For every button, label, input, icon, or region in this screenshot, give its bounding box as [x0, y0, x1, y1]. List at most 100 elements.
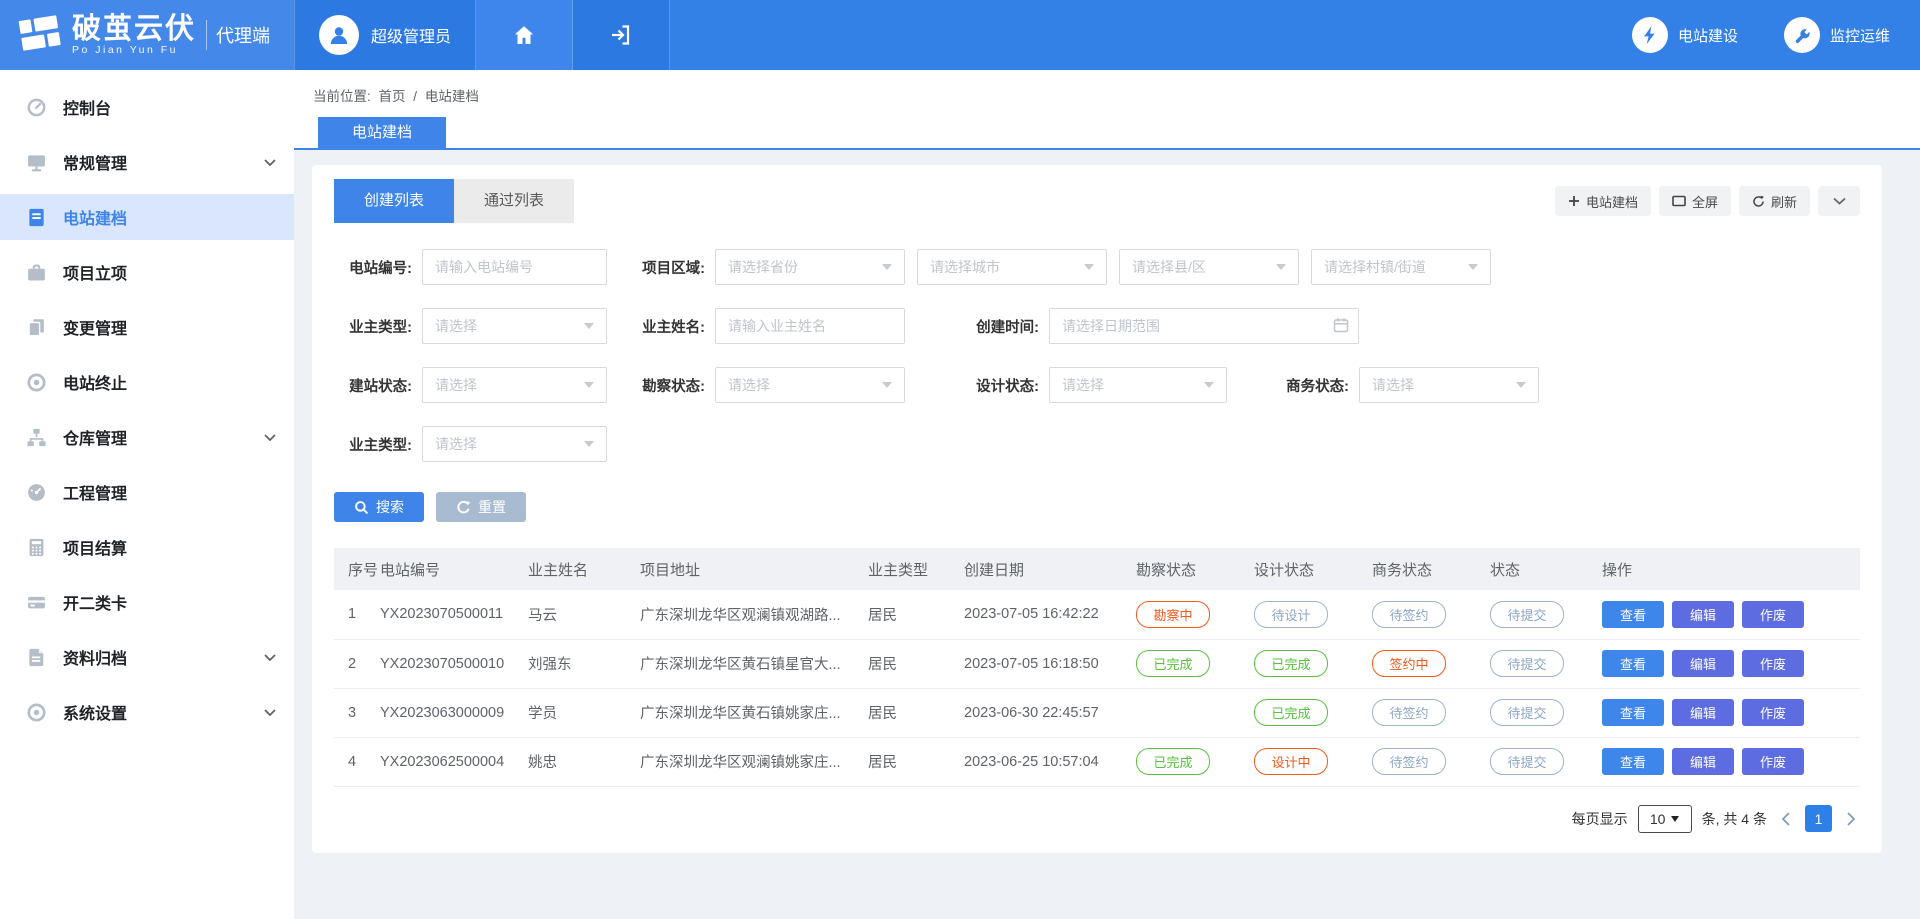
- edit-button[interactable]: 编辑: [1672, 601, 1734, 628]
- breadcrumb-home-link[interactable]: 首页: [379, 89, 406, 104]
- build-status-select[interactable]: 请选择: [422, 367, 607, 403]
- breadcrumb: 当前位置: 首页 / 电站建档: [294, 70, 1920, 117]
- col-owner-type: 业主类型: [868, 548, 964, 590]
- gauge-icon: [26, 482, 47, 503]
- home-button[interactable]: [476, 0, 573, 70]
- status-badge: 已完成: [1254, 699, 1328, 726]
- business-status-select[interactable]: 请选择: [1359, 367, 1539, 403]
- status-badge: 已完成: [1136, 748, 1210, 775]
- fullscreen-button[interactable]: 全屏: [1659, 186, 1731, 216]
- tab-passed-list[interactable]: 通过列表: [454, 179, 574, 223]
- col-design-status: 设计状态: [1254, 548, 1372, 590]
- divider: [206, 20, 207, 50]
- footer-spacer: [312, 853, 1882, 915]
- sidebar-item-engineering-management[interactable]: 工程管理: [0, 469, 294, 515]
- sidebar-item-system-settings[interactable]: 系统设置: [0, 689, 294, 735]
- region-label: 项目区域:: [627, 257, 705, 278]
- page-tab-station-filing[interactable]: 电站建档: [318, 117, 446, 148]
- nav-station-construction[interactable]: 电站建设: [1632, 17, 1738, 53]
- owner-name-input[interactable]: [715, 308, 905, 344]
- lightning-icon: [1640, 25, 1660, 45]
- void-button[interactable]: 作废: [1742, 699, 1804, 726]
- sidebar-item-archive[interactable]: 资料归档: [0, 634, 294, 680]
- current-page-button[interactable]: 1: [1805, 805, 1832, 832]
- province-select[interactable]: 请选择省份: [715, 249, 905, 285]
- survey-status-select[interactable]: 请选择: [715, 367, 905, 403]
- status-badge: 待提交: [1490, 650, 1564, 677]
- edit-button[interactable]: 编辑: [1672, 748, 1734, 775]
- sidebar-item-label: 电站终止: [63, 370, 127, 394]
- owner-type2-select[interactable]: 请选择: [422, 426, 607, 462]
- main-area: 当前位置: 首页 / 电站建档 电站建档 创建列表 通过列表: [294, 70, 1920, 919]
- chevron-left-icon: [1781, 812, 1791, 826]
- col-actions: 操作: [1602, 548, 1860, 590]
- logout-button[interactable]: [573, 0, 670, 70]
- collapse-panel-button[interactable]: [1818, 186, 1860, 216]
- sidebar-item-second-class-card[interactable]: 开二类卡: [0, 579, 294, 625]
- col-owner-name: 业主姓名: [528, 548, 640, 590]
- date-range-input[interactable]: [1049, 308, 1359, 344]
- view-button[interactable]: 查看: [1602, 601, 1664, 628]
- caret-down-icon: [882, 264, 892, 270]
- sidebar-item-label: 项目结算: [63, 535, 127, 559]
- station-code-input[interactable]: [422, 249, 607, 285]
- status-badge: 待签约: [1372, 699, 1446, 726]
- col-business-status: 商务状态: [1372, 548, 1490, 590]
- total-count-label: 条, 共 4 条: [1702, 809, 1767, 829]
- owner-type-select[interactable]: 请选择: [422, 308, 607, 344]
- sidebar-item-warehouse-management[interactable]: 仓库管理: [0, 414, 294, 460]
- void-button[interactable]: 作废: [1742, 748, 1804, 775]
- sidebar-item-project-settlement[interactable]: 项目结算: [0, 524, 294, 570]
- avatar: [319, 15, 359, 55]
- sidebar-item-general-management[interactable]: 常规管理: [0, 139, 294, 185]
- per-page-select[interactable]: 10: [1638, 805, 1692, 833]
- view-button[interactable]: 查看: [1602, 650, 1664, 677]
- status-badge: 待提交: [1490, 699, 1564, 726]
- sidebar-item-station-termination[interactable]: 电站终止: [0, 359, 294, 405]
- caret-down-icon: [1204, 382, 1214, 388]
- refresh-button[interactable]: 刷新: [1739, 186, 1810, 216]
- status-badge: 待提交: [1490, 601, 1564, 628]
- sidebar-item-station-filing[interactable]: 电站建档: [0, 194, 294, 240]
- tab-create-list[interactable]: 创建列表: [334, 179, 454, 223]
- view-button[interactable]: 查看: [1602, 699, 1664, 726]
- town-select[interactable]: 请选择村镇/街道: [1311, 249, 1491, 285]
- brand-logo: 破茧云伏 Po Jian Yun Fu 代理端: [0, 0, 294, 70]
- home-icon: [512, 23, 536, 47]
- next-page-button[interactable]: [1842, 808, 1860, 830]
- void-button[interactable]: 作废: [1742, 601, 1804, 628]
- search-button[interactable]: 搜索: [334, 492, 424, 522]
- chevron-down-icon: [264, 434, 276, 441]
- edit-button[interactable]: 编辑: [1672, 699, 1734, 726]
- create-station-button[interactable]: 电站建档: [1555, 186, 1651, 216]
- view-button[interactable]: 查看: [1602, 748, 1664, 775]
- page-tab-bar: 电站建档: [294, 117, 1920, 150]
- sidebar: 控制台 常规管理 电站建档 项目立项 变更管理: [0, 70, 294, 919]
- nav-monitoring-ops[interactable]: 监控运维: [1784, 17, 1890, 53]
- sidebar-item-dashboard[interactable]: 控制台: [0, 84, 294, 130]
- create-time-label: 创建时间:: [961, 316, 1039, 337]
- chevron-down-icon: [264, 654, 276, 661]
- breadcrumb-prefix: 当前位置:: [313, 89, 371, 104]
- table-row: 2 YX2023070500010 刘强东 广东深圳龙华区黄石镇星官大... 居…: [334, 639, 1860, 688]
- design-status-select[interactable]: 请选择: [1049, 367, 1227, 403]
- edit-button[interactable]: 编辑: [1672, 650, 1734, 677]
- county-select[interactable]: 请选择县/区: [1119, 249, 1299, 285]
- city-select[interactable]: 请选择城市: [917, 249, 1107, 285]
- reset-button[interactable]: 重置: [436, 492, 526, 522]
- station-table: 序号 电站编号 业主姓名 项目地址 业主类型 创建日期 勘察状态 设计状态 商务…: [334, 548, 1860, 787]
- table-row: 1 YX2023070500011 马云 广东深圳龙华区观澜镇观湖路... 居民…: [334, 590, 1860, 639]
- sidebar-item-change-management[interactable]: 变更管理: [0, 304, 294, 350]
- status-badge: 勘察中: [1136, 601, 1210, 628]
- void-button[interactable]: 作废: [1742, 650, 1804, 677]
- owner-type-label: 业主类型:: [334, 316, 412, 337]
- monitor-icon: [26, 152, 47, 173]
- reset-icon: [456, 500, 471, 515]
- status-badge: 签约中: [1372, 650, 1446, 677]
- breadcrumb-separator: /: [413, 89, 417, 104]
- prev-page-button[interactable]: [1777, 808, 1795, 830]
- caret-down-icon: [882, 382, 892, 388]
- user-menu[interactable]: 超级管理员: [294, 0, 476, 70]
- sitemap-icon: [26, 427, 47, 448]
- sidebar-item-project-initiation[interactable]: 项目立项: [0, 249, 294, 295]
